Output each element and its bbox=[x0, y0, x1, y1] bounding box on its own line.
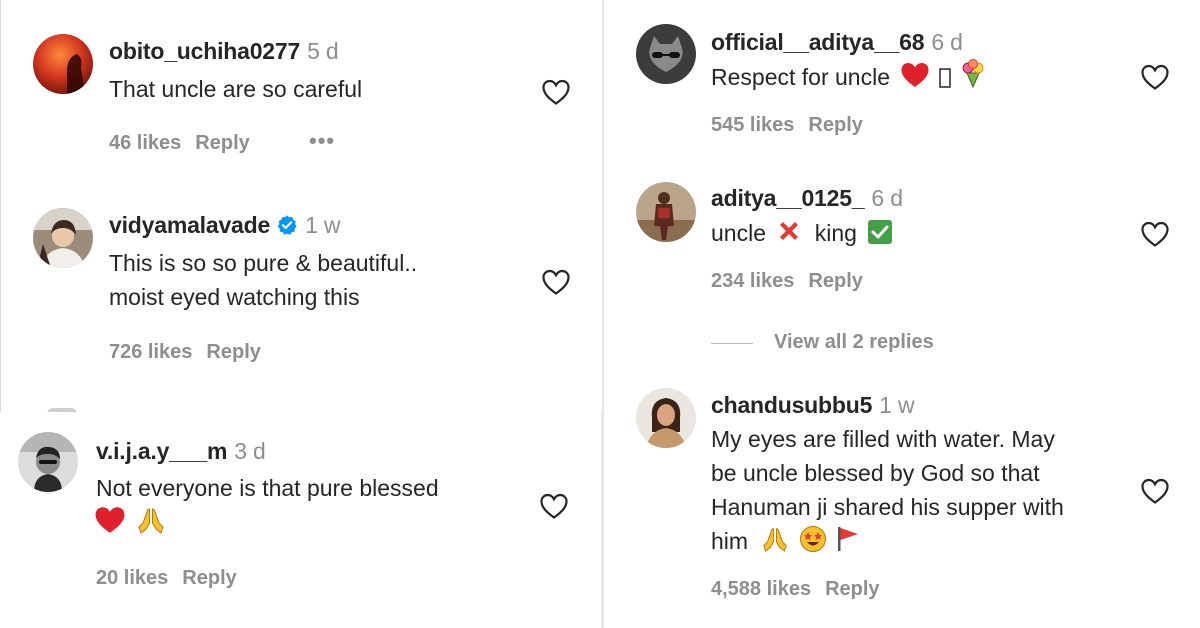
comment-username[interactable]: chandusubbu5 1 w bbox=[711, 392, 915, 419]
check-mark-button-emoji-icon bbox=[867, 219, 893, 245]
more-options-icon[interactable]: ••• bbox=[309, 128, 335, 154]
likes-count[interactable]: 545 likes bbox=[711, 114, 794, 136]
comment-time: 3 d bbox=[234, 438, 266, 464]
comment-text: My eyes are filled with water. May bbox=[711, 426, 1055, 452]
heart-outline-icon[interactable] bbox=[539, 492, 569, 520]
comment-text: uncle king bbox=[711, 216, 893, 250]
heart-outline-icon[interactable] bbox=[541, 268, 571, 296]
comment-username[interactable]: vidyamalavade 1 w bbox=[109, 212, 340, 239]
heart-outline-icon[interactable] bbox=[1140, 477, 1170, 505]
red-heart-emoji-icon bbox=[94, 505, 126, 535]
reply-button[interactable]: Reply bbox=[206, 341, 260, 363]
star-struck-emoji-icon bbox=[799, 525, 827, 553]
comment-text: him bbox=[711, 524, 861, 558]
folded-hands-emoji-icon bbox=[136, 505, 166, 535]
comment-text: moist eyed watching this bbox=[109, 284, 360, 310]
comment-emoji-line bbox=[94, 505, 166, 540]
cross-mark-emoji-icon bbox=[776, 219, 802, 245]
heart-outline-icon[interactable] bbox=[541, 78, 571, 106]
comment-time: 1 w bbox=[305, 212, 341, 238]
red-heart-emoji-icon bbox=[900, 61, 930, 89]
comment-meta: 4,588 likes Reply bbox=[711, 578, 880, 601]
missing-glyph-icon bbox=[939, 67, 951, 89]
avatar[interactable] bbox=[636, 24, 696, 84]
avatar[interactable] bbox=[636, 388, 696, 448]
reply-button[interactable]: Reply bbox=[182, 567, 236, 589]
avatar[interactable] bbox=[33, 34, 93, 94]
comment-username[interactable]: official__aditya__68 6 d bbox=[711, 29, 963, 56]
triangular-flag-emoji-icon bbox=[835, 525, 861, 553]
comment-text: Not everyone is that pure blessed bbox=[96, 475, 439, 501]
likes-count[interactable]: 234 likes bbox=[711, 270, 794, 292]
comments-panel-left-top: obito_uchiha0277 5 d That uncle are so ca… bbox=[0, 0, 602, 412]
comment-username[interactable]: v.i.j.a.y___m 3 d bbox=[96, 438, 266, 465]
comment-meta: 46 likes Reply bbox=[109, 132, 250, 155]
reply-button[interactable]: Reply bbox=[195, 132, 249, 154]
comment-username[interactable]: aditya__0125_ 6 d bbox=[711, 185, 903, 212]
comment-username[interactable]: obito_uchiha0277 5 d bbox=[109, 38, 339, 65]
comment-time: 6 d bbox=[931, 29, 963, 55]
bouquet-emoji-icon bbox=[959, 59, 987, 89]
comment-time: 6 d bbox=[871, 185, 903, 211]
comment-meta: 545 likes Reply bbox=[711, 114, 863, 137]
comment-meta: 234 likes Reply bbox=[711, 270, 863, 293]
likes-count[interactable]: 726 likes bbox=[109, 341, 192, 363]
comments-panel-left-bottom: v.i.j.a.y___m 3 d Not everyone is that pu… bbox=[0, 412, 601, 628]
comment-text: be uncle blessed by God so that bbox=[711, 460, 1040, 486]
comment-time: 1 w bbox=[879, 392, 915, 418]
view-replies-button[interactable]: View all 2 replies bbox=[774, 331, 934, 354]
folded-hands-emoji-icon bbox=[760, 525, 790, 553]
heart-outline-icon[interactable] bbox=[1140, 220, 1170, 248]
reply-button[interactable]: Reply bbox=[808, 270, 862, 292]
reply-button[interactable]: Reply bbox=[825, 578, 879, 600]
comments-panel-right: official__aditya__68 6 d Respect for uncl… bbox=[604, 0, 1200, 628]
comment-text: Respect for uncle bbox=[711, 59, 987, 94]
likes-count[interactable]: 20 likes bbox=[96, 567, 168, 589]
likes-count[interactable]: 4,588 likes bbox=[711, 578, 811, 600]
reply-button[interactable]: Reply bbox=[808, 114, 862, 136]
comment-time: 5 d bbox=[307, 38, 339, 64]
comment-text: That uncle are so careful bbox=[109, 76, 363, 102]
comment-meta: 726 likes Reply bbox=[109, 341, 261, 364]
avatar[interactable] bbox=[636, 182, 696, 242]
likes-count[interactable]: 46 likes bbox=[109, 132, 181, 154]
verified-badge-icon bbox=[276, 214, 298, 236]
avatar[interactable] bbox=[33, 208, 93, 268]
heart-outline-icon[interactable] bbox=[1140, 63, 1170, 91]
comment-text: Hanuman ji shared his supper with bbox=[711, 494, 1064, 520]
comment-text: This is so so pure & beautiful.. bbox=[109, 250, 418, 276]
avatar[interactable] bbox=[18, 432, 78, 492]
comment-meta: 20 likes Reply bbox=[96, 567, 237, 590]
view-replies-line bbox=[711, 343, 753, 344]
